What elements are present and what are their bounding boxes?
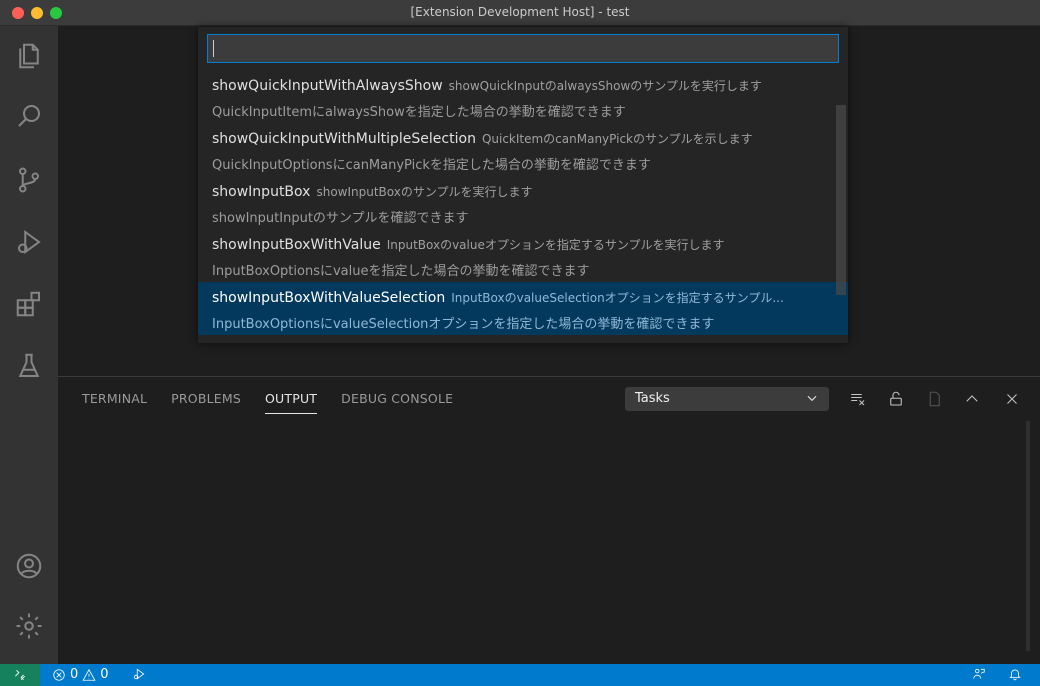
- feedback-status[interactable]: [972, 667, 986, 681]
- item-description: InputBoxのvalueSelectionオプションを指定するサンプル...: [451, 291, 784, 305]
- search-icon[interactable]: [9, 96, 49, 136]
- tab-debug-console[interactable]: DEBUG CONSOLE: [329, 391, 465, 417]
- error-icon: [53, 668, 65, 681]
- item-detail: InputBoxOptionsにvalueSelectionオプションを指定した…: [212, 317, 715, 332]
- item-description: InputBoxのvalueオプションを指定するサンプルを実行します: [386, 238, 725, 252]
- testing-icon[interactable]: [9, 346, 49, 386]
- panel-tabs: TERMINAL PROBLEMS OUTPUT DEBUG CONSOLE: [70, 391, 465, 417]
- item-description: showInputBoxのサンプルを実行します: [316, 185, 533, 199]
- quick-pick-list: showQuickInputWithAlwaysShow showQuickInp…: [198, 70, 848, 338]
- item-label: showQuickInputWithMultipleSelection: [212, 131, 476, 147]
- panel-scrollbar[interactable]: [1026, 421, 1030, 651]
- maximize-panel-icon[interactable]: [960, 387, 984, 411]
- chevron-down-icon: [805, 391, 819, 409]
- output-channel-value: Tasks: [635, 391, 670, 406]
- status-bar: 0 0: [0, 664, 1040, 686]
- warning-count: 0: [100, 667, 109, 682]
- problems-status[interactable]: 0 0: [52, 667, 109, 682]
- output-channel-select[interactable]: Tasks: [625, 387, 829, 411]
- bottom-panel: TERMINAL PROBLEMS OUTPUT DEBUG CONSOLE T…: [58, 376, 1040, 664]
- tab-output[interactable]: OUTPUT: [253, 391, 329, 417]
- title-bar: [Extension Development Host] - test: [0, 0, 1040, 26]
- tab-terminal[interactable]: TERMINAL: [70, 391, 159, 417]
- debug-status[interactable]: [132, 667, 146, 681]
- bell-icon: [1009, 669, 1021, 681]
- close-panel-icon[interactable]: [1000, 387, 1024, 411]
- item-description: showQuickInputのalwaysShowのサンプルを実行します: [448, 79, 762, 93]
- quick-pick-item[interactable]: showQuickInputWithMultipleSelection Quick…: [198, 123, 848, 176]
- quick-pick-item-selected[interactable]: showInputBoxWithValueSelection InputBoxのv…: [198, 282, 848, 335]
- item-label: showInputBoxWithValue: [212, 237, 381, 253]
- window-title: [Extension Development Host] - test: [410, 5, 630, 19]
- run-debug-status-icon: [133, 668, 145, 680]
- run-debug-icon[interactable]: [9, 222, 49, 262]
- quick-pick-scrollbar[interactable]: [836, 105, 846, 295]
- account-icon[interactable]: [9, 546, 49, 586]
- feedback-icon: [973, 668, 985, 679]
- warning-icon: [82, 668, 96, 681]
- item-detail: InputBoxOptionsにvalueを指定した場合の挙動を確認できます: [212, 264, 590, 279]
- quick-pick: showQuickInputWithAlwaysShow showQuickInp…: [198, 27, 848, 343]
- lock-scroll-icon[interactable]: [884, 387, 908, 411]
- source-control-icon[interactable]: [9, 160, 49, 200]
- remote-icon: [15, 670, 25, 680]
- tab-problems[interactable]: PROBLEMS: [159, 391, 253, 417]
- extensions-icon[interactable]: [9, 284, 49, 324]
- files-icon[interactable]: [9, 36, 49, 76]
- item-label: showInputBoxWithValueSelection: [212, 290, 446, 306]
- quick-pick-item[interactable]: showQuickInputWithAlwaysShow showQuickInp…: [198, 70, 848, 123]
- item-label: showInputBox: [212, 184, 311, 200]
- quick-pick-input[interactable]: [207, 34, 839, 63]
- activity-bar: [0, 26, 58, 664]
- item-detail: QuickInputOptionsにcanManyPickを指定した場合の挙動を…: [212, 158, 651, 173]
- clear-output-icon[interactable]: [846, 387, 870, 411]
- quick-pick-item[interactable]: showInputBoxWithValue InputBoxのvalueオプション…: [198, 229, 848, 282]
- item-detail: showInputInputのサンプルを確認できます: [212, 211, 469, 226]
- notifications-status[interactable]: [1008, 667, 1022, 681]
- item-detail: QuickInputItemにalwaysShowを指定した場合の挙動を確認でき…: [212, 105, 626, 120]
- error-count: 0: [70, 667, 79, 682]
- item-description: QuickItemのcanManyPickのサンプルを示します: [481, 132, 753, 146]
- remote-indicator[interactable]: [0, 664, 40, 686]
- settings-gear-icon[interactable]: [9, 606, 49, 646]
- item-label: showQuickInputWithAlwaysShow: [212, 78, 443, 94]
- open-log-file-icon[interactable]: [922, 387, 946, 411]
- quick-pick-item[interactable]: showInputBox showInputBoxのサンプルを実行します show…: [198, 176, 848, 229]
- text-caret: [213, 40, 214, 57]
